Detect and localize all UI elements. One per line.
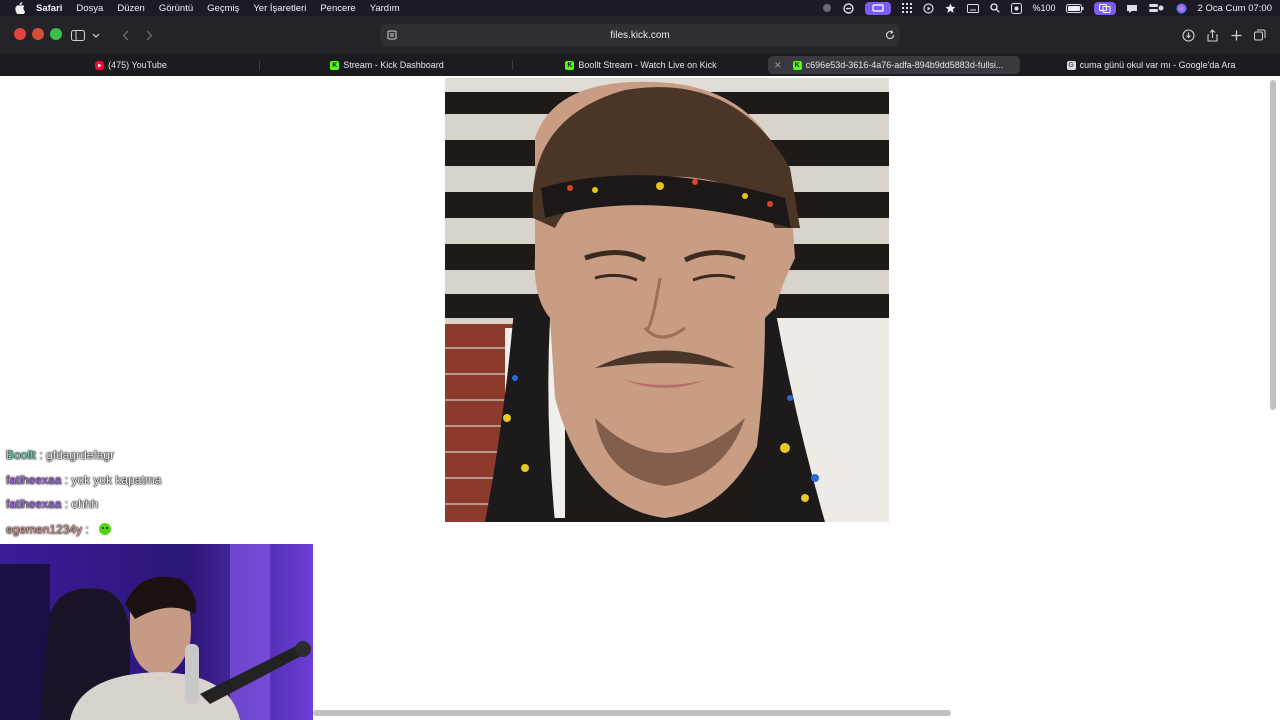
kick-icon: K [565, 60, 575, 70]
clock[interactable]: 2 Oca Cum 07:00 [1198, 3, 1272, 14]
menu-bar: Safari Dosya Düzen Görüntü Geçmiş Yer İş… [0, 0, 1280, 16]
window-controls [14, 28, 62, 40]
record-indicator-icon[interactable] [821, 2, 833, 14]
back-arrow-icon[interactable] [118, 26, 132, 44]
vertical-scrollbar[interactable] [1270, 80, 1276, 410]
close-window-button[interactable] [14, 28, 26, 40]
grid-icon[interactable] [901, 2, 913, 14]
screen-share-icon[interactable] [864, 1, 891, 15]
webcam-overlay [0, 544, 313, 720]
chat-separator: : [61, 497, 72, 511]
horizontal-scrollbar[interactable] [313, 710, 951, 716]
chat-username: fatiheexaa [6, 472, 62, 487]
page-content: Boollt : gfdagrdefagr fatiheexaa : yok y… [0, 76, 1280, 720]
sidebar-toggle-icon[interactable] [68, 26, 88, 44]
notification-icon[interactable] [1126, 2, 1138, 14]
kick-icon: K [792, 60, 802, 70]
tab-label: Stream - Kick Dashboard [343, 60, 444, 70]
menu-edit[interactable]: Düzen [117, 3, 144, 14]
search-icon[interactable] [989, 2, 1001, 14]
share-icon[interactable] [1204, 26, 1220, 44]
tab-kick-dashboard[interactable]: K Stream - Kick Dashboard [262, 56, 512, 74]
tab-label: (475) YouTube [108, 60, 167, 70]
control-center-alt-icon[interactable] [1011, 2, 1023, 14]
chat-message: Boollt : gfdagrdefagr [6, 448, 306, 473]
tab-kick-stream[interactable]: K Boollt Stream - Watch Live on Kick [514, 56, 768, 74]
menu-file[interactable]: Dosya [76, 3, 103, 14]
tab-label: Boollt Stream - Watch Live on Kick [578, 60, 717, 70]
tab-youtube[interactable]: (475) YouTube [0, 56, 262, 74]
forward-arrow-icon[interactable] [142, 26, 156, 44]
kick-icon: K [330, 60, 340, 70]
keyboard-icon[interactable] [966, 2, 979, 14]
tab-label: c696e53d-3616-4a76-adfa-894b9dd5883d-ful… [805, 60, 1004, 70]
chat-username: egemen1234y [6, 522, 83, 537]
chat-separator: : [61, 472, 72, 487]
minimize-window-button[interactable] [32, 28, 44, 40]
menu-bookmarks[interactable]: Yer İşaretleri [253, 3, 306, 14]
chevron-down-icon[interactable] [90, 26, 102, 44]
battery-icon[interactable] [1065, 2, 1084, 14]
focus-icon[interactable] [1093, 1, 1116, 15]
play-circle-icon[interactable] [923, 2, 935, 14]
new-tab-icon[interactable] [1228, 26, 1244, 44]
tab-kick-file[interactable]: ✕ K c696e53d-3616-4a76-adfa-894b9dd5883d… [768, 56, 1020, 74]
chat-username: Boollt [6, 448, 37, 462]
menu-history[interactable]: Geçmiş [207, 3, 239, 14]
video-frame[interactable] [445, 78, 889, 522]
menu-view[interactable]: Görüntü [159, 3, 193, 14]
page-settings-icon[interactable] [386, 29, 398, 41]
sync-icon[interactable] [843, 2, 855, 14]
chat-text: yok yok kapatma [71, 472, 162, 487]
chat-message: egemen1234y : [6, 522, 306, 547]
siri-icon[interactable] [1176, 2, 1188, 14]
chat-username: fatiheexaa [6, 497, 62, 511]
tab-overview-icon[interactable] [1252, 26, 1268, 44]
google-icon: G [1066, 60, 1076, 70]
tab-bar: (475) YouTube K Stream - Kick Dashboard … [0, 54, 1280, 76]
menu-app-name[interactable]: Safari [36, 3, 62, 14]
close-tab-icon[interactable]: ✕ [774, 60, 782, 71]
downloads-icon[interactable] [1180, 26, 1196, 44]
chat-separator: : [36, 448, 47, 462]
url-text[interactable]: files.kick.com [610, 30, 669, 41]
chat-emote-icon [98, 522, 112, 539]
chat-message: fatiheexaa : ohhh [6, 497, 306, 522]
star-icon[interactable] [945, 2, 957, 14]
browser-toolbar: files.kick.com [0, 16, 1280, 54]
apple-menu-icon[interactable] [12, 1, 26, 15]
battery-percent: %100 [1032, 3, 1056, 13]
reload-icon[interactable] [884, 29, 896, 41]
chat-text: gfdagrdefagr [46, 448, 115, 462]
chat-message: fatiheexaa : yok yok kapatma [6, 473, 306, 498]
control-center-icon[interactable] [1148, 2, 1166, 14]
menu-window[interactable]: Pencere [320, 3, 355, 14]
tab-divider [259, 60, 260, 70]
chat-text: ohhh [71, 497, 99, 511]
tab-divider [512, 60, 513, 70]
youtube-icon [95, 60, 105, 70]
tab-label: cuma günü okul var mı - Google'da Ara [1079, 60, 1236, 70]
chat-overlay: Boollt : gfdagrdefagr fatiheexaa : yok y… [6, 448, 306, 546]
tab-google-search[interactable]: G cuma günü okul var mı - Google'da Ara [1022, 56, 1280, 74]
address-bar[interactable]: files.kick.com [380, 24, 900, 46]
chat-separator: : [82, 522, 93, 537]
zoom-window-button[interactable] [50, 28, 62, 40]
menu-help[interactable]: Yardım [370, 3, 400, 14]
